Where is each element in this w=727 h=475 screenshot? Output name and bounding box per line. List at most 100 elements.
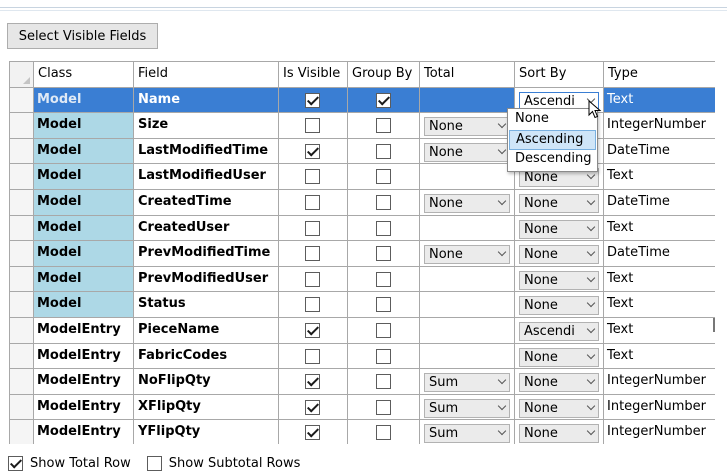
group-by-checkbox[interactable]: [375, 195, 391, 210]
is-visible-checkbox[interactable]: [305, 271, 320, 287]
type-cell: DateTime: [604, 241, 715, 267]
row-selector[interactable]: [10, 87, 34, 114]
table-row[interactable]: Model Name Ascendi Text: [10, 87, 715, 114]
row-selector[interactable]: [10, 266, 34, 293]
total-cell: None: [420, 138, 515, 165]
row-selector[interactable]: [10, 420, 34, 444]
row-selector[interactable]: [10, 394, 34, 421]
sort-by-combo[interactable]: Ascendi: [519, 322, 599, 341]
table-row[interactable]: ModelEntry NoFlipQty Sum None IntegerNumber: [10, 369, 715, 395]
is-visible-checkbox[interactable]: [305, 399, 320, 415]
sort-by-combo[interactable]: None: [519, 347, 599, 367]
sort-by-combo[interactable]: None: [519, 270, 599, 290]
is-visible-checkbox[interactable]: [305, 220, 320, 236]
table-row[interactable]: ModelEntry YFlipQty Sum None IntegerNumber: [10, 420, 715, 444]
row-selector[interactable]: [10, 241, 34, 267]
column-header-group-by[interactable]: Group By: [348, 62, 420, 88]
table-row[interactable]: Model LastModifiedUser None Text: [10, 164, 715, 190]
is-visible-checkbox[interactable]: [305, 143, 320, 159]
column-header-is-visible[interactable]: Is Visible: [279, 62, 348, 88]
show-total-row-checkbox[interactable]: [8, 455, 23, 471]
sort-by-combo[interactable]: None: [519, 194, 599, 213]
sort-by-combo-value: None: [524, 426, 558, 442]
table-row[interactable]: Model PrevModifiedTime None None DateTime: [10, 241, 715, 267]
group-by-checkbox[interactable]: [375, 220, 391, 236]
is-visible-checkbox[interactable]: [305, 323, 320, 338]
group-by-checkbox[interactable]: [375, 399, 391, 415]
column-header-field[interactable]: Field: [134, 62, 279, 88]
is-visible-checkbox[interactable]: [305, 246, 320, 262]
grid-right-edge-mark: [713, 318, 715, 332]
table-row[interactable]: Model CreatedTime None None DateTime: [10, 190, 715, 216]
show-subtotal-rows-checkbox[interactable]: [146, 455, 162, 471]
select-all-corner[interactable]: [10, 62, 34, 88]
group-by-checkbox[interactable]: [375, 246, 391, 262]
total-combo[interactable]: None: [424, 142, 510, 162]
column-header-sort-by[interactable]: Sort By: [515, 62, 604, 88]
type-cell: IntegerNumber: [604, 420, 715, 444]
select-visible-fields-button[interactable]: Select Visible Fields: [7, 23, 158, 49]
row-selector[interactable]: [10, 215, 34, 242]
row-selector[interactable]: [10, 190, 34, 216]
total-combo[interactable]: Sum: [424, 424, 510, 444]
table-row[interactable]: Model PrevModifiedUser None Text: [10, 266, 715, 293]
group-by-checkbox[interactable]: [375, 143, 391, 159]
sort-option-descending[interactable]: Descending: [509, 150, 596, 170]
is-visible-checkbox[interactable]: [305, 425, 320, 441]
total-cell: None: [420, 190, 515, 216]
total-combo[interactable]: Sum: [424, 373, 510, 393]
total-combo[interactable]: None: [424, 245, 510, 265]
total-combo[interactable]: Sum: [424, 398, 510, 418]
group-by-checkbox[interactable]: [375, 323, 391, 338]
group-by-checkbox[interactable]: [375, 297, 391, 313]
sort-by-combo[interactable]: None: [519, 373, 599, 393]
group-by-checkbox[interactable]: [375, 92, 391, 108]
total-combo[interactable]: None: [424, 117, 510, 137]
row-selector[interactable]: [10, 164, 34, 190]
table-row[interactable]: Model LastModifiedTime None DateTime: [10, 138, 715, 165]
table-row[interactable]: ModelEntry PieceName Ascendi Text: [10, 318, 715, 344]
sort-option-ascending[interactable]: Ascending: [509, 130, 596, 150]
type-cell: DateTime: [604, 139, 715, 165]
group-by-checkbox[interactable]: [375, 169, 391, 185]
sort-by-combo[interactable]: None: [519, 424, 599, 444]
show-total-row-label: Show Total Row: [30, 455, 131, 471]
row-selector[interactable]: [10, 369, 34, 395]
group-by-checkbox[interactable]: [375, 271, 391, 287]
sort-by-combo[interactable]: None: [519, 219, 599, 239]
is-visible-cell: [279, 369, 348, 395]
group-by-checkbox[interactable]: [375, 374, 391, 390]
is-visible-checkbox[interactable]: [305, 348, 320, 364]
row-selector[interactable]: [10, 138, 34, 165]
column-header-class[interactable]: Class: [34, 62, 134, 88]
table-row[interactable]: Model Status None Text: [10, 292, 715, 318]
is-visible-checkbox[interactable]: [305, 297, 320, 313]
table-row[interactable]: ModelEntry XFlipQty Sum None IntegerNumber: [10, 394, 715, 421]
type-cell: Text: [604, 267, 715, 293]
row-selector[interactable]: [10, 292, 34, 318]
table-row[interactable]: Model CreatedUser None Text: [10, 215, 715, 242]
is-visible-checkbox[interactable]: [305, 118, 320, 134]
row-selector[interactable]: [10, 343, 34, 370]
column-header-total[interactable]: Total: [420, 62, 515, 88]
sort-option-none[interactable]: None: [509, 110, 596, 130]
group-by-checkbox[interactable]: [375, 425, 391, 441]
group-by-checkbox[interactable]: [375, 348, 391, 364]
sort-by-combo[interactable]: None: [519, 245, 599, 265]
row-selector[interactable]: [10, 113, 34, 139]
is-visible-checkbox[interactable]: [305, 374, 320, 390]
row-selector[interactable]: [10, 318, 34, 344]
table-row[interactable]: Model Size None IntegerNumber: [10, 113, 715, 139]
chevron-down-icon: [586, 247, 596, 257]
total-combo-value: None: [429, 144, 463, 160]
is-visible-checkbox[interactable]: [305, 195, 320, 210]
group-by-checkbox[interactable]: [375, 118, 391, 134]
sort-by-combo[interactable]: None: [519, 398, 599, 418]
is-visible-checkbox[interactable]: [305, 169, 320, 185]
sort-by-combo[interactable]: None: [519, 296, 599, 316]
table-row[interactable]: ModelEntry FabricCodes None Text: [10, 343, 715, 370]
is-visible-checkbox[interactable]: [305, 92, 320, 108]
sort-by-cell: None: [515, 369, 604, 395]
total-combo[interactable]: None: [424, 194, 510, 213]
column-header-type[interactable]: Type: [604, 62, 715, 88]
